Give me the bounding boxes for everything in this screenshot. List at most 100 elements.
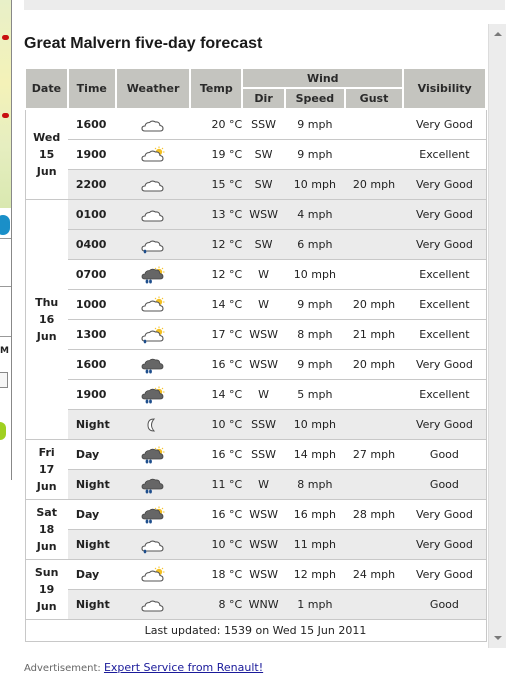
- heavy-rain-shower-night-icon: [140, 476, 166, 494]
- wind-dir-cell: WSW: [242, 349, 285, 380]
- heavy-rain-shower-sun-icon: [140, 446, 166, 464]
- wind-speed-cell: 1 mph: [285, 589, 345, 620]
- weather-cell: [115, 259, 191, 290]
- date-cell: Sun 19 Jun: [24, 559, 68, 620]
- map-pin-icon[interactable]: [2, 35, 9, 40]
- cloudy-icon: [140, 116, 166, 134]
- wind-speed-cell: 14 mph: [285, 439, 345, 470]
- heavy-rain-shower-sun-icon: [140, 266, 166, 284]
- visibility-cell: Good: [403, 589, 487, 620]
- visibility-cell: Excellent: [403, 319, 487, 350]
- wind-gust-cell: 21 mph: [344, 319, 404, 350]
- temp-cell: 15 °C: [190, 169, 243, 200]
- visibility-cell: Excellent: [403, 139, 487, 170]
- temp-cell: 16 °C: [190, 349, 243, 380]
- sunny-intervals-icon: [140, 566, 166, 584]
- forecast-row: Night 11 °C W 8 mph Good: [25, 469, 487, 500]
- column-header-temp: Temp: [189, 67, 244, 110]
- day-name: Wed: [33, 131, 61, 144]
- map-sidebar-fragment: M: [0, 0, 12, 480]
- wind-gust-cell: 27 mph: [344, 439, 404, 470]
- wind-dir-cell: W: [242, 469, 285, 500]
- month: Jun: [36, 165, 57, 178]
- divider: [0, 238, 11, 239]
- day-name: Fri: [38, 446, 55, 459]
- day-name: Thu: [35, 296, 59, 309]
- weather-cell: [115, 319, 191, 350]
- column-header-time: Time: [66, 67, 117, 110]
- map-pin-icon[interactable]: [2, 113, 9, 118]
- forecast-row: 1900 14 °C W 5 mph Excellent: [25, 379, 487, 410]
- temp-cell: 12 °C: [190, 229, 243, 260]
- forecast-row: Thu 16 Jun 0100 13 °C WSW 4 mph Very Good: [24, 199, 487, 440]
- temp-cell: 16 °C: [190, 499, 243, 530]
- wind-speed-cell: 9 mph: [285, 349, 345, 380]
- scroll-down-arrow-icon[interactable]: [494, 636, 502, 640]
- weather-cell: [115, 349, 191, 380]
- time-cell: 0100: [67, 199, 116, 230]
- forecast-row: 1300 17 °C WSW 8 mph 21 mph Excellent: [25, 319, 487, 350]
- wind-gust-cell: [344, 108, 404, 140]
- time-cell: Night: [67, 589, 116, 620]
- advertisement-label: Advertisement:: [24, 663, 101, 674]
- wind-dir-cell: W: [242, 379, 285, 410]
- wind-dir-cell: WSW: [242, 529, 285, 560]
- temp-cell: 18 °C: [190, 559, 243, 590]
- wind-gust-cell: 20 mph: [344, 169, 404, 200]
- temp-cell: 10 °C: [190, 409, 243, 440]
- visibility-cell: Very Good: [403, 108, 487, 140]
- wind-dir-cell: W: [242, 289, 285, 320]
- day-name: Sat: [36, 506, 57, 519]
- column-header-dir: Dir: [241, 87, 286, 110]
- help-icon[interactable]: [0, 215, 10, 235]
- temp-cell: 16 °C: [190, 439, 243, 470]
- sidebar-checkbox-fragment[interactable]: [0, 372, 8, 388]
- date-cell: Sat 18 Jun: [24, 499, 68, 560]
- visibility-cell: Excellent: [403, 259, 487, 290]
- wind-gust-cell: [344, 409, 404, 440]
- time-cell: 1300: [67, 319, 116, 350]
- temp-cell: 8 °C: [190, 589, 243, 620]
- weather-cell: [115, 169, 191, 200]
- forecast-row: Night 8 °C WNW 1 mph Good: [25, 589, 487, 620]
- day-number: 16: [39, 313, 55, 326]
- day-number: 17: [39, 463, 55, 476]
- wind-gust-cell: [344, 139, 404, 170]
- vertical-scrollbar[interactable]: [488, 24, 506, 648]
- forecast-row: 2200 15 °C SW 10 mph 20 mph Very Good: [25, 169, 487, 200]
- wind-speed-cell: 9 mph: [285, 108, 345, 140]
- wind-gust-cell: 20 mph: [344, 349, 404, 380]
- wind-gust-cell: 24 mph: [344, 559, 404, 590]
- temp-cell: 10 °C: [190, 529, 243, 560]
- weather-cell: [115, 289, 191, 320]
- wind-gust-cell: [344, 589, 404, 620]
- advertisement-link[interactable]: Expert Service from Renault!: [104, 661, 263, 674]
- heavy-rain-shower-sun-icon: [140, 386, 166, 404]
- sidebar-text-fragment: M: [0, 346, 9, 356]
- advertisement: Advertisement: Expert Service from Renau…: [24, 661, 263, 674]
- wind-speed-cell: 9 mph: [285, 139, 345, 170]
- cloudy-icon: [140, 176, 166, 194]
- wind-speed-cell: 8 mph: [285, 319, 345, 350]
- map-thumbnail[interactable]: [0, 0, 11, 208]
- visibility-cell: Excellent: [403, 289, 487, 320]
- time-cell: 1000: [67, 289, 116, 320]
- weather-cell: [115, 559, 191, 590]
- wind-speed-cell: 11 mph: [285, 529, 345, 560]
- weather-cell: [115, 108, 191, 140]
- scroll-up-arrow-icon[interactable]: [494, 32, 502, 36]
- visibility-cell: Good: [403, 469, 487, 500]
- weather-cell: [115, 439, 191, 470]
- temp-cell: 14 °C: [190, 289, 243, 320]
- wind-speed-cell: 8 mph: [285, 469, 345, 500]
- column-header-date: Date: [24, 67, 69, 110]
- wind-gust-cell: [344, 199, 404, 230]
- time-cell: 0700: [67, 259, 116, 290]
- forecast-row: Night 10 °C WSW 11 mph Very Good: [25, 529, 487, 560]
- wind-dir-cell: WSW: [242, 559, 285, 590]
- date-cell: Fri 17 Jun: [24, 439, 68, 500]
- forecast-row: 1000 14 °C W 9 mph 20 mph Excellent: [25, 289, 487, 320]
- wind-dir-cell: WSW: [242, 499, 285, 530]
- month: Jun: [36, 600, 57, 613]
- weather-cell: [115, 379, 191, 410]
